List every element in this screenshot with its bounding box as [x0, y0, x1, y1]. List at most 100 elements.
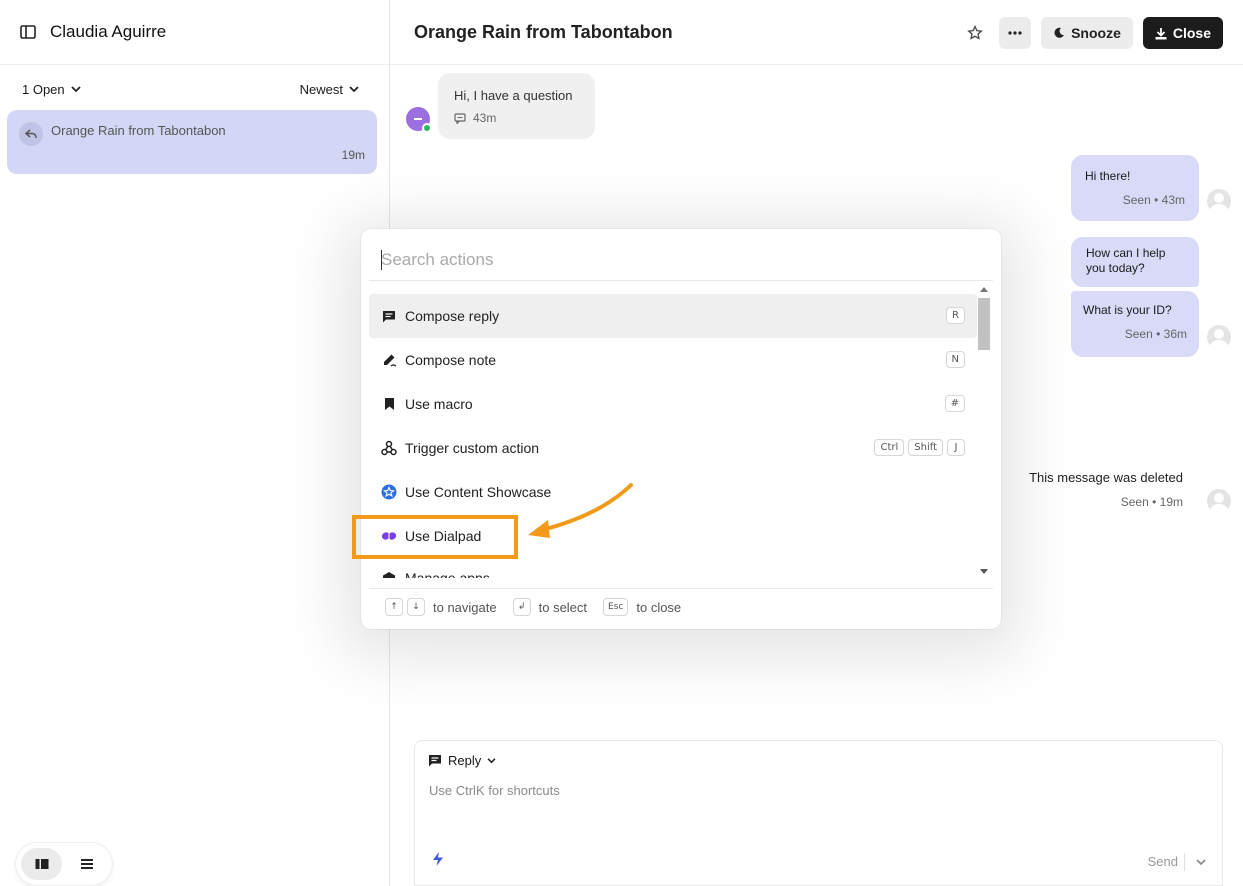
- star-icon[interactable]: [961, 18, 989, 48]
- content-showcase-icon: [381, 484, 397, 500]
- send-button[interactable]: Send: [1148, 854, 1178, 869]
- download-tray-icon: [1155, 27, 1167, 39]
- compose-reply-icon: [429, 755, 441, 767]
- list-view-icon: [80, 859, 93, 869]
- message-text: How can I help you today?: [1086, 246, 1166, 275]
- message-meta: Seen • 43m: [1122, 193, 1185, 207]
- action-label: Manage apps: [405, 570, 490, 578]
- apps-icon: [381, 570, 397, 578]
- split-view-icon: [35, 859, 48, 869]
- annotation-arrow-icon: [528, 483, 633, 538]
- chevron-down-icon: [71, 86, 81, 93]
- message-text: What is your ID?: [1083, 303, 1172, 317]
- conversation-heading: Orange Rain from Tabontabon: [414, 21, 673, 42]
- down-key: ↓: [407, 598, 425, 616]
- conversation-list-item[interactable]: Orange Rain from Tabontabon 19m: [7, 110, 377, 174]
- bookmark-icon: [381, 396, 397, 412]
- shortcut-key: Ctrl: [874, 439, 905, 456]
- search-actions-input[interactable]: [369, 243, 993, 277]
- palette-search: [369, 243, 993, 281]
- agent-avatar: [1207, 189, 1231, 213]
- action-compose-note[interactable]: Compose note N: [369, 338, 977, 382]
- agent-avatar: [1207, 325, 1231, 349]
- message-text: Hi there!: [1085, 169, 1131, 183]
- palette-scrollbar[interactable]: [977, 281, 991, 578]
- webhook-icon: [381, 440, 397, 456]
- message-time: 43m: [473, 111, 497, 125]
- compose-note-icon: [381, 352, 397, 368]
- command-palette: Compose reply R Compose note N Use macro…: [361, 229, 1001, 629]
- reply-type-label: Reply: [448, 753, 482, 768]
- incoming-message: Hi, I have a question 43m: [438, 73, 595, 139]
- action-trigger-custom-action[interactable]: Trigger custom action Ctrl Shift J: [369, 426, 977, 470]
- scroll-up-arrow-icon[interactable]: [980, 287, 988, 292]
- split-view-button[interactable]: [21, 848, 62, 880]
- list-view-button[interactable]: [66, 848, 107, 880]
- deleted-message-text: This message was deleted: [1029, 470, 1183, 485]
- sidebar: Claudia Aguirre 1 Open Newest Orange Rai…: [0, 0, 390, 886]
- divider: [1184, 853, 1185, 871]
- action-label: Compose note: [405, 352, 497, 368]
- annotation-highlight-box: [352, 515, 518, 559]
- view-toggle: [16, 843, 112, 885]
- action-compose-reply[interactable]: Compose reply R: [369, 294, 977, 338]
- palette-divider: [369, 588, 993, 589]
- shortcut-key: N: [945, 351, 965, 368]
- chevron-down-icon: [487, 757, 496, 763]
- close-label: Close: [1172, 25, 1211, 41]
- action-label: Use macro: [405, 396, 473, 412]
- action-use-content-showcase[interactable]: Use Content Showcase: [369, 470, 977, 514]
- snooze-button[interactable]: Snooze: [1041, 17, 1133, 49]
- conversation-title: Orange Rain from Tabontabon: [51, 123, 226, 138]
- sort-dropdown[interactable]: Newest: [300, 82, 359, 97]
- action-label: Trigger custom action: [405, 440, 540, 456]
- navigate-hint: to navigate: [433, 599, 497, 615]
- snooze-label: Snooze: [1071, 25, 1121, 41]
- message-meta: Seen • 19m: [1120, 495, 1183, 509]
- message-text: Hi, I have a question: [454, 88, 573, 103]
- message-meta: 43m: [454, 111, 579, 125]
- outgoing-message: What is your ID? Seen • 36m: [1071, 291, 1199, 357]
- close-conversation-button[interactable]: Close: [1142, 17, 1223, 49]
- message-meta: Seen • 36m: [1124, 327, 1187, 341]
- close-hint: to close: [636, 599, 682, 615]
- reply-composer: Reply Use CtrlK for shortcuts Send: [414, 740, 1223, 886]
- header-actions: Snooze Close: [961, 17, 1223, 49]
- deleted-message: This message was deleted Seen • 19m: [1029, 470, 1183, 509]
- chat-icon: [454, 112, 466, 124]
- lightning-icon[interactable]: [431, 851, 445, 870]
- agent-avatar: [1207, 489, 1231, 513]
- enter-key: ↲: [512, 598, 531, 616]
- shortcut-key: Shift: [908, 439, 943, 456]
- status-filter-dropdown[interactable]: 1 Open: [22, 82, 81, 97]
- customer-avatar: [406, 107, 432, 133]
- chevron-down-icon: [349, 86, 359, 93]
- sort-label: Newest: [299, 82, 343, 97]
- text-cursor: [381, 250, 382, 270]
- up-key: ↑: [385, 598, 403, 616]
- select-hint: to select: [538, 599, 588, 615]
- shortcut-key: R: [946, 307, 965, 324]
- outgoing-message: How can I help you today?: [1071, 237, 1199, 287]
- conversation-filters: 1 Open Newest: [0, 65, 389, 97]
- sidebar-header: Claudia Aguirre: [0, 0, 389, 65]
- action-label: Compose reply: [405, 308, 500, 324]
- action-manage-apps[interactable]: Manage apps: [369, 558, 977, 578]
- reply-input[interactable]: Use CtrlK for shortcuts: [429, 783, 560, 798]
- online-status-dot: [422, 123, 432, 133]
- ellipsis-icon: [1008, 31, 1022, 35]
- more-options-button[interactable]: [999, 17, 1032, 49]
- esc-key: Esc: [603, 598, 629, 616]
- send-options-chevron-icon[interactable]: [1196, 853, 1206, 869]
- scroll-down-arrow-icon[interactable]: [980, 569, 988, 574]
- agent-name: Claudia Aguirre: [50, 22, 167, 41]
- compose-reply-icon: [381, 308, 397, 324]
- shortcut-key: #: [944, 395, 965, 412]
- conversation-header: Orange Rain from Tabontabon Snooze Close: [390, 0, 1243, 65]
- action-use-macro[interactable]: Use macro #: [369, 382, 977, 426]
- sidebar-toggle-icon[interactable]: [18, 22, 38, 42]
- scroll-thumb[interactable]: [978, 298, 990, 350]
- outgoing-message: Hi there! Seen • 43m: [1071, 155, 1199, 221]
- status-filter-label: 1 Open: [22, 82, 65, 97]
- reply-type-dropdown[interactable]: Reply: [428, 753, 496, 768]
